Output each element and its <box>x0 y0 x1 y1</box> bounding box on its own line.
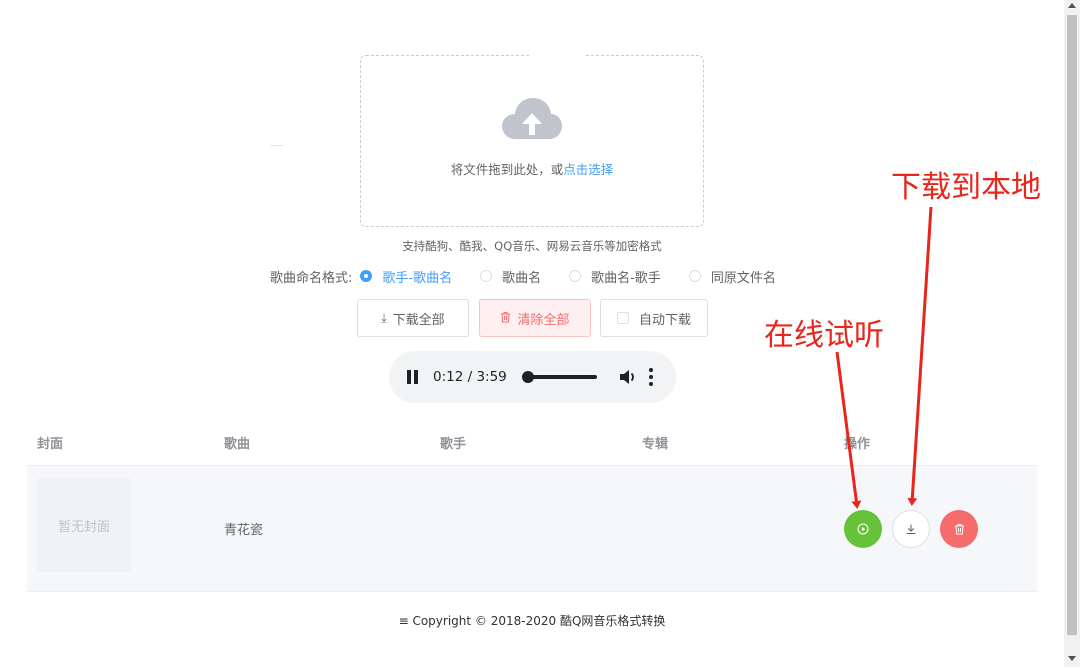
scrollbar-thumb[interactable] <box>1067 15 1077 635</box>
annotation-listen-online: 在线试听 <box>764 318 884 353</box>
annotation-download-local: 下载到本地 <box>891 170 1041 205</box>
vertical-scrollbar[interactable] <box>1064 0 1080 667</box>
scroll-up-arrow-icon[interactable] <box>1068 3 1076 8</box>
arrow-to-play <box>835 351 862 509</box>
annotation-arrows <box>835 206 933 509</box>
scroll-down-arrow-icon[interactable] <box>1068 656 1076 661</box>
arrow-to-download <box>907 206 933 506</box>
